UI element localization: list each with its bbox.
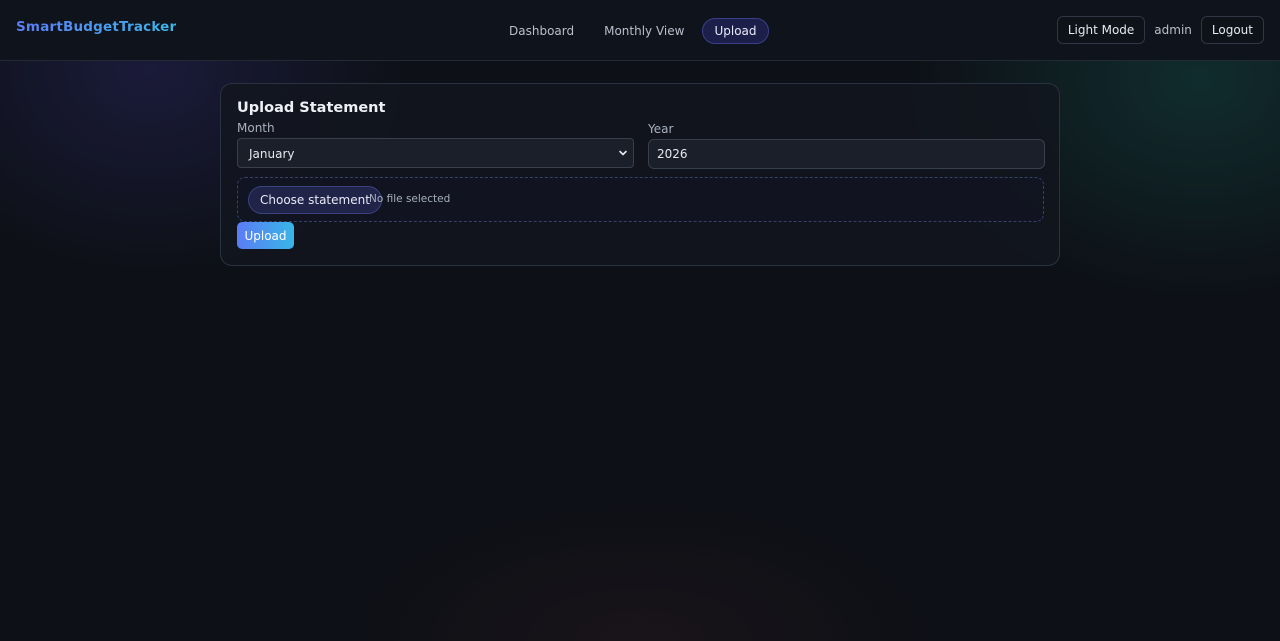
username-label: admin <box>1154 23 1192 37</box>
upload-submit-button[interactable]: Upload <box>237 222 294 249</box>
year-input[interactable] <box>648 139 1045 169</box>
month-select[interactable]: January <box>237 138 634 168</box>
nav-link-dashboard[interactable]: Dashboard <box>497 18 586 44</box>
nav-actions: Light Mode admin Logout <box>1056 16 1264 44</box>
file-status-text: No file selected <box>369 193 451 205</box>
logout-button[interactable]: Logout <box>1200 16 1264 44</box>
year-label: Year <box>648 122 674 136</box>
nav-link-monthly-view[interactable]: Monthly View <box>592 18 696 44</box>
card-title: Upload Statement <box>237 100 386 116</box>
main-nav: Dashboard Monthly View Upload <box>497 18 769 44</box>
upload-statement-card: Upload Statement Month January Year Choo… <box>220 83 1060 266</box>
top-navbar: SmartBudgetTracker Dashboard Monthly Vie… <box>0 0 1280 61</box>
nav-link-upload[interactable]: Upload <box>702 18 769 44</box>
brand-logo[interactable]: SmartBudgetTracker <box>16 19 176 35</box>
month-label: Month <box>237 121 275 135</box>
chevron-down-icon <box>619 150 627 156</box>
file-dropzone[interactable]: Choose statement No file selected <box>237 177 1044 222</box>
theme-toggle-button[interactable]: Light Mode <box>1056 16 1146 44</box>
choose-statement-button[interactable]: Choose statement <box>248 186 382 214</box>
month-select-value: January <box>249 147 295 161</box>
